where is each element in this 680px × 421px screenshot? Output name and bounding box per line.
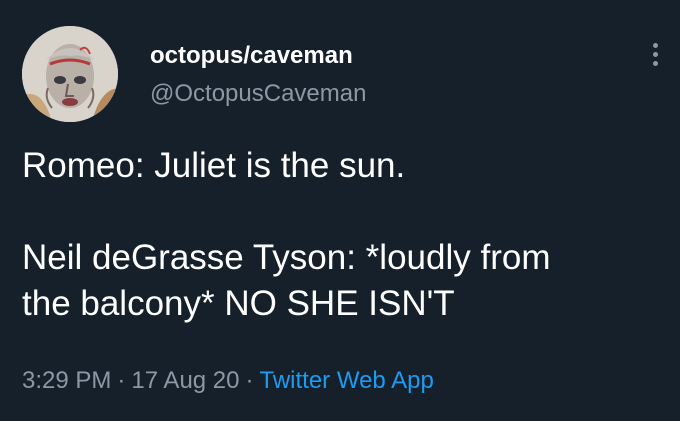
tweet-card: octopus/caveman @OctopusCaveman Romeo: J… <box>0 0 680 421</box>
meta-separator: · <box>245 367 254 394</box>
meta-separator: · <box>117 367 126 394</box>
display-name[interactable]: octopus/caveman <box>150 42 353 70</box>
tweet-line: the balcony* NO SHE ISN'T <box>22 284 455 323</box>
tweet-source-link[interactable]: Twitter Web App <box>260 367 434 394</box>
tweet-text: Romeo: Juliet is the sun. Neil deGrasse … <box>22 143 662 327</box>
more-dot-icon <box>652 42 658 48</box>
more-dot-icon <box>652 51 658 57</box>
painted-face-avatar-icon <box>22 26 118 122</box>
avatar[interactable] <box>22 26 118 122</box>
tweet-meta: 3:29 PM · 17 Aug 20 · Twitter Web App <box>22 366 434 396</box>
tweet-time[interactable]: 3:29 PM <box>22 367 111 394</box>
tweet-line: Romeo: Juliet is the sun. <box>22 146 406 185</box>
tweet-line: Neil deGrasse Tyson: *loudly from <box>22 238 551 277</box>
user-handle[interactable]: @OctopusCaveman <box>150 80 366 108</box>
tweet-date[interactable]: 17 Aug 20 <box>131 367 239 394</box>
more-dot-icon <box>652 60 658 66</box>
more-options-button[interactable] <box>641 38 669 70</box>
